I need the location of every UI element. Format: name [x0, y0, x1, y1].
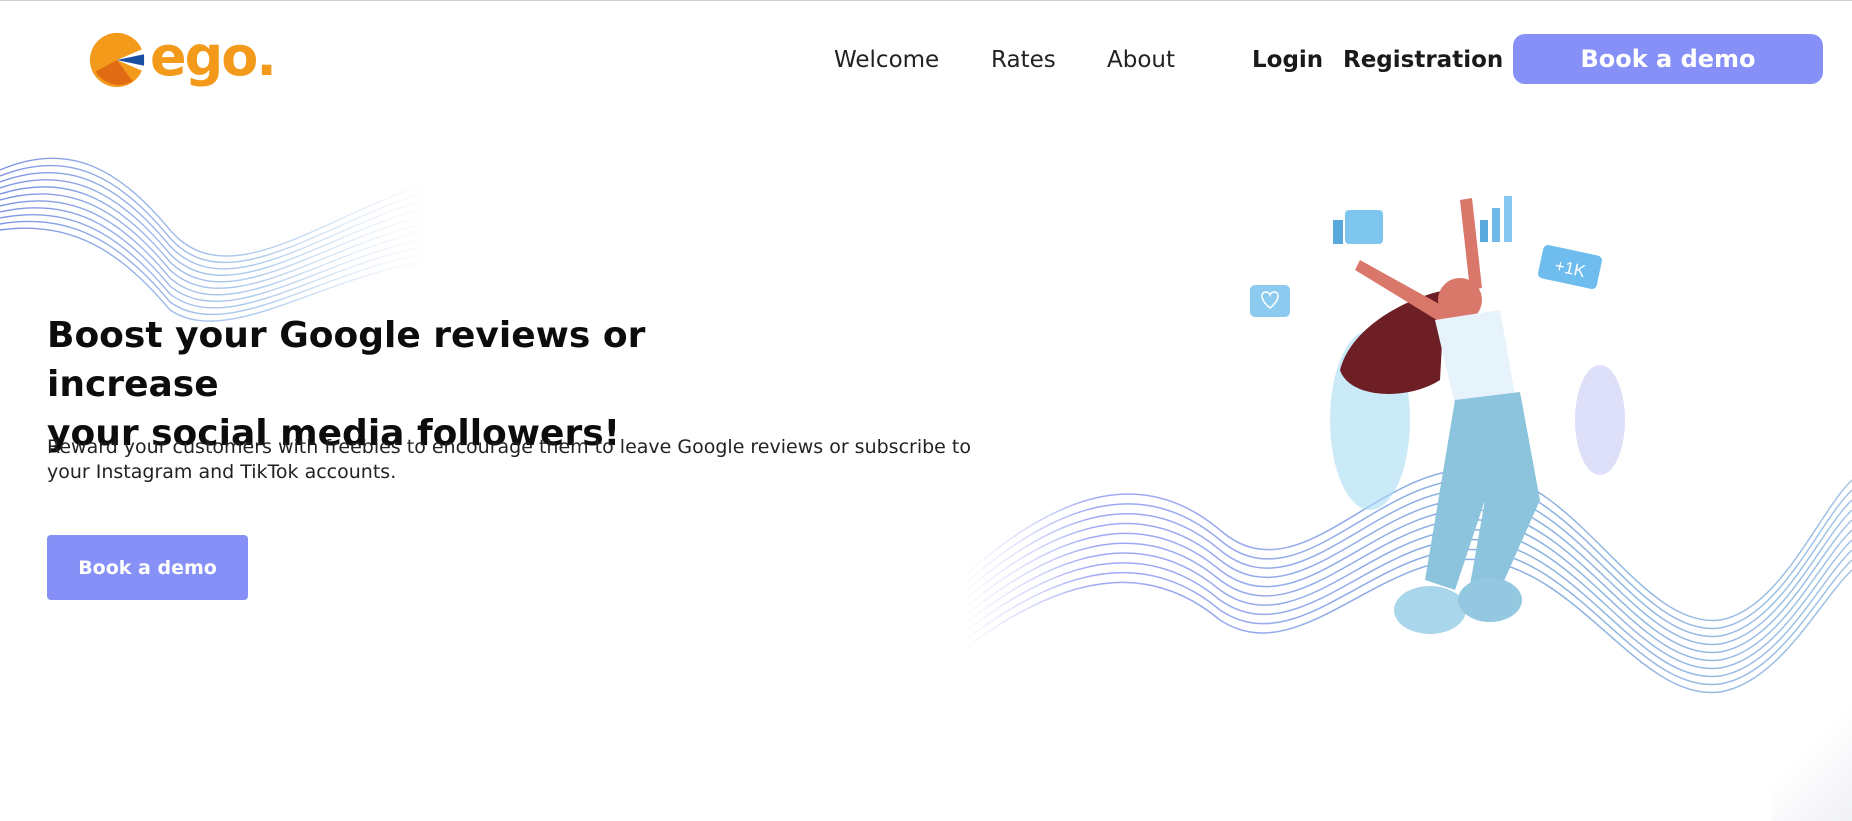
nav-welcome[interactable]: Welcome — [834, 40, 939, 80]
hero-subtitle: Reward your customers with freebies to e… — [47, 435, 1007, 485]
logo-mark-icon — [89, 32, 145, 88]
book-demo-header-button[interactable]: Book a demo — [1513, 34, 1823, 84]
top-border — [0, 0, 1852, 1]
logo[interactable]: ego. — [88, 28, 288, 92]
hero-subtitle-line-2: your Instagram and TikTok accounts. — [47, 461, 397, 483]
nav-login[interactable]: Login — [1252, 40, 1323, 80]
nav-rates[interactable]: Rates — [991, 40, 1056, 80]
thumbs-up-icon — [1333, 210, 1383, 244]
dancing-woman-illustration: +1K — [1250, 196, 1625, 634]
nav-registration[interactable]: Registration — [1343, 40, 1503, 80]
plus-one-k-badge: +1K — [1538, 245, 1602, 289]
hero-subtitle-line-1: Reward your customers with freebies to e… — [47, 436, 971, 458]
corner-fade — [1772, 701, 1852, 821]
logo-text: ego. — [150, 25, 277, 88]
book-demo-hero-button[interactable]: Book a demo — [47, 535, 248, 600]
nav-about[interactable]: About — [1107, 40, 1175, 80]
hero-title-line-1: Boost your Google reviews or increase — [47, 315, 646, 405]
heart-bubble-icon — [1250, 285, 1290, 317]
bar-chart-icon — [1480, 196, 1512, 242]
